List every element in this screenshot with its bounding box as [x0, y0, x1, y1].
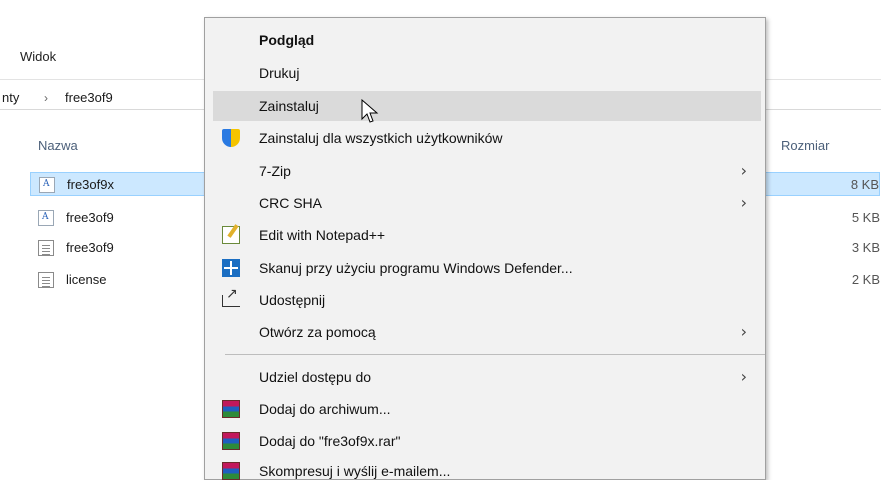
menu-item-print[interactable]: Drukuj — [213, 58, 761, 88]
chevron-right-icon: › — [740, 161, 747, 180]
menu-item-edit-notepad[interactable]: Edit with Notepad++ — [213, 220, 761, 250]
file-size: 8 KB — [850, 177, 879, 192]
breadcrumb-parent[interactable]: nty — [2, 90, 19, 105]
chevron-right-icon: › — [740, 367, 747, 386]
menu-item-label: Edit with Notepad++ — [259, 227, 386, 243]
menu-item-7zip[interactable]: 7-Zip › — [213, 156, 761, 186]
menu-item-label: Otwórz za pomocą — [259, 324, 376, 340]
menu-item-add-archive[interactable]: Dodaj do archiwum... — [213, 394, 761, 424]
menu-separator — [225, 354, 765, 355]
file-name: free3of9 — [66, 210, 114, 225]
winrar-icon — [222, 462, 240, 480]
mouse-cursor-icon — [361, 99, 379, 123]
winrar-icon — [222, 400, 240, 418]
file-size: 2 KB — [851, 272, 880, 287]
file-name: free3of9 — [66, 240, 114, 255]
font-file-icon — [38, 210, 54, 226]
menu-item-label: CRC SHA — [259, 195, 323, 211]
breadcrumb-separator: › — [44, 91, 48, 105]
menu-item-install[interactable]: Zainstaluj — [213, 91, 761, 121]
windows-defender-icon — [222, 259, 240, 277]
chevron-right-icon: › — [740, 193, 747, 212]
menu-item-add-rar[interactable]: Dodaj do "fre3of9x.rar" — [213, 426, 761, 456]
menu-item-defender-scan[interactable]: Skanuj przy użyciu programu Windows Defe… — [213, 253, 761, 283]
file-size: 5 KB — [851, 210, 880, 225]
text-file-icon — [38, 272, 54, 288]
winrar-icon — [222, 432, 240, 450]
notepad-icon — [222, 226, 240, 244]
menu-item-compress-email[interactable]: Skompresuj i wyślij e-mailem... — [213, 456, 761, 480]
menu-item-label: Skompresuj i wyślij e-mailem... — [259, 463, 451, 479]
tab-view[interactable]: Widok — [20, 49, 56, 64]
column-header-name[interactable]: Nazwa — [38, 138, 78, 153]
menu-item-give-access[interactable]: Udziel dostępu do › — [213, 362, 761, 392]
menu-item-crc-sha[interactable]: CRC SHA › — [213, 188, 761, 218]
menu-item-label: Zainstaluj — [259, 98, 319, 114]
menu-item-install-all-users[interactable]: Zainstaluj dla wszystkich użytkowników — [213, 123, 761, 153]
text-file-icon — [38, 240, 54, 256]
menu-item-label: Zainstaluj dla wszystkich użytkowników — [259, 130, 503, 146]
font-file-icon — [39, 177, 55, 193]
menu-item-label: Drukuj — [259, 65, 300, 81]
file-name: fre3of9x — [67, 177, 114, 192]
file-size: 3 KB — [851, 240, 880, 255]
shield-icon — [222, 129, 240, 147]
share-icon — [222, 285, 240, 307]
breadcrumb-current[interactable]: free3of9 — [65, 90, 113, 105]
menu-item-label: Dodaj do archiwum... — [259, 401, 391, 417]
menu-item-label: 7-Zip — [259, 163, 291, 179]
menu-item-label: Udziel dostępu do — [259, 369, 372, 385]
chevron-right-icon: › — [740, 322, 747, 341]
menu-item-label: Podgląd — [259, 32, 315, 48]
menu-item-share[interactable]: Udostępnij — [213, 285, 761, 315]
context-menu: Podgląd Drukuj Zainstaluj Zainstaluj dla… — [204, 17, 766, 480]
file-name: license — [66, 272, 107, 287]
menu-item-preview[interactable]: Podgląd — [213, 25, 761, 55]
column-header-size[interactable]: Rozmiar — [781, 138, 829, 153]
menu-item-label: Udostępnij — [259, 292, 326, 308]
menu-item-open-with[interactable]: Otwórz za pomocą › — [213, 317, 761, 347]
menu-item-label: Skanuj przy użyciu programu Windows Defe… — [259, 260, 573, 276]
menu-item-label: Dodaj do "fre3of9x.rar" — [259, 433, 401, 449]
